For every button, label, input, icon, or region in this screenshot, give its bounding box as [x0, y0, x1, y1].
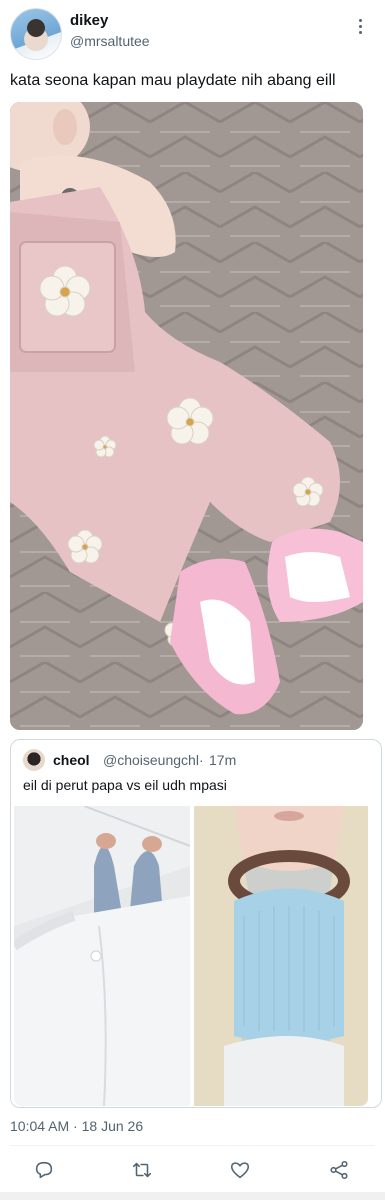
belly-photo — [14, 806, 190, 1106]
tweet-text: kata seona kapan mau playdate nih abang … — [10, 72, 336, 89]
tweet-timestamp[interactable]: 10:04 AM · 18 Jun 26 — [10, 1118, 143, 1134]
share-icon[interactable] — [328, 1159, 352, 1183]
reply-icon[interactable] — [33, 1159, 57, 1183]
quoted-time: 17m — [209, 752, 237, 768]
display-name[interactable]: dikey — [70, 12, 108, 29]
quoted-photo-2[interactable] — [194, 806, 368, 1106]
quoted-tweet[interactable]: cheol @choiseungchl · 17m eil di perut p… — [10, 739, 382, 1108]
heart-icon[interactable] — [229, 1159, 253, 1183]
more-vertical-icon[interactable] — [350, 14, 370, 38]
timestamp-date: 18 Jun 26 — [81, 1118, 144, 1134]
timestamp-time: 10:04 AM — [10, 1118, 70, 1134]
quoted-display-name: cheol — [53, 752, 90, 768]
tweet-photo[interactable] — [10, 102, 363, 730]
tweet-header: dikey @mrsaltutee — [0, 0, 385, 66]
divider — [10, 1145, 375, 1146]
action-bar — [0, 1155, 385, 1185]
avatar[interactable] — [10, 8, 62, 60]
quoted-photo-1[interactable] — [14, 806, 190, 1106]
user-handle[interactable]: @mrsaltutee — [70, 33, 150, 49]
timestamp-separator: · — [73, 1118, 78, 1134]
quoted-avatar — [23, 749, 45, 771]
bottom-bar — [0, 1192, 385, 1200]
quoted-handle: @choiseungchl — [103, 752, 199, 768]
quoted-separator: · — [199, 752, 204, 768]
baby-overalls-photo — [10, 102, 363, 730]
baby-mpasi-photo — [194, 806, 368, 1106]
retweet-icon[interactable] — [131, 1159, 155, 1183]
quoted-text: eil di perut papa vs eil udh mpasi — [23, 777, 227, 793]
